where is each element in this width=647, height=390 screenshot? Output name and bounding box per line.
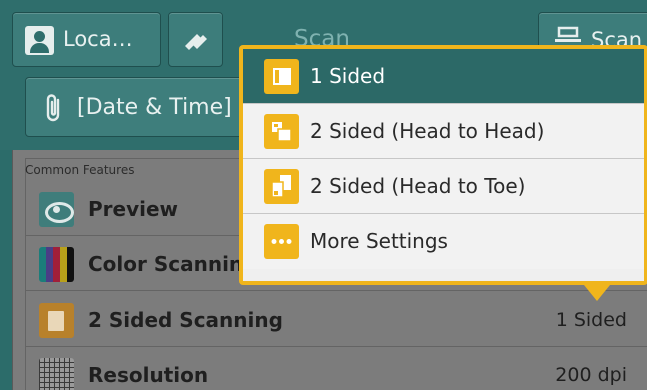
popup-options-list: 1 Sided 2 Sided (Head to Head) 2 Sided (… [243, 49, 644, 281]
popup-pointer [584, 285, 610, 301]
two-sided-head-to-toe-icon [264, 169, 299, 204]
one-sided-icon [264, 59, 299, 94]
edit-button[interactable] [168, 12, 223, 67]
paperclip-icon [46, 94, 60, 122]
option-label: More Settings [310, 229, 448, 253]
feature-value: 200 dpi [555, 364, 627, 386]
section-label: Common Features [25, 163, 135, 177]
feature-label: Preview [88, 197, 179, 221]
option-label: 1 Sided [310, 64, 386, 88]
option-label: 2 Sided (Head to Head) [310, 119, 545, 143]
filename-button[interactable]: [Date & Time] [25, 77, 255, 137]
feature-label: Color Scanning [88, 252, 258, 276]
filename-label: [Date & Time] [77, 95, 232, 120]
login-button[interactable]: Loca… [12, 12, 161, 67]
login-label: Loca… [63, 27, 133, 51]
pencil-icon [185, 34, 207, 50]
feature-row-2-sided-scanning[interactable]: 2 Sided Scanning 1 Sided [26, 293, 647, 347]
option-2-sided-head-to-toe[interactable]: 2 Sided (Head to Toe) [243, 159, 644, 214]
feature-row-resolution[interactable]: Resolution 200 dpi [26, 348, 647, 390]
user-icon [25, 26, 54, 55]
option-label: 2 Sided (Head to Toe) [310, 174, 526, 198]
feature-label: Resolution [88, 363, 209, 387]
option-more-settings[interactable]: More Settings [243, 214, 644, 269]
more-icon [264, 224, 299, 259]
document-icon [39, 303, 74, 338]
feature-label: 2 Sided Scanning [88, 308, 283, 332]
eye-icon [39, 192, 74, 227]
sided-options-popup: 1 Sided 2 Sided (Head to Head) 2 Sided (… [239, 45, 647, 285]
option-2-sided-head-to-head[interactable]: 2 Sided (Head to Head) [243, 104, 644, 159]
grid-icon [39, 358, 74, 390]
feature-value: 1 Sided [555, 309, 627, 331]
color-palette-icon [39, 247, 74, 282]
two-sided-head-to-head-icon [264, 114, 299, 149]
option-1-sided[interactable]: 1 Sided [243, 49, 644, 104]
